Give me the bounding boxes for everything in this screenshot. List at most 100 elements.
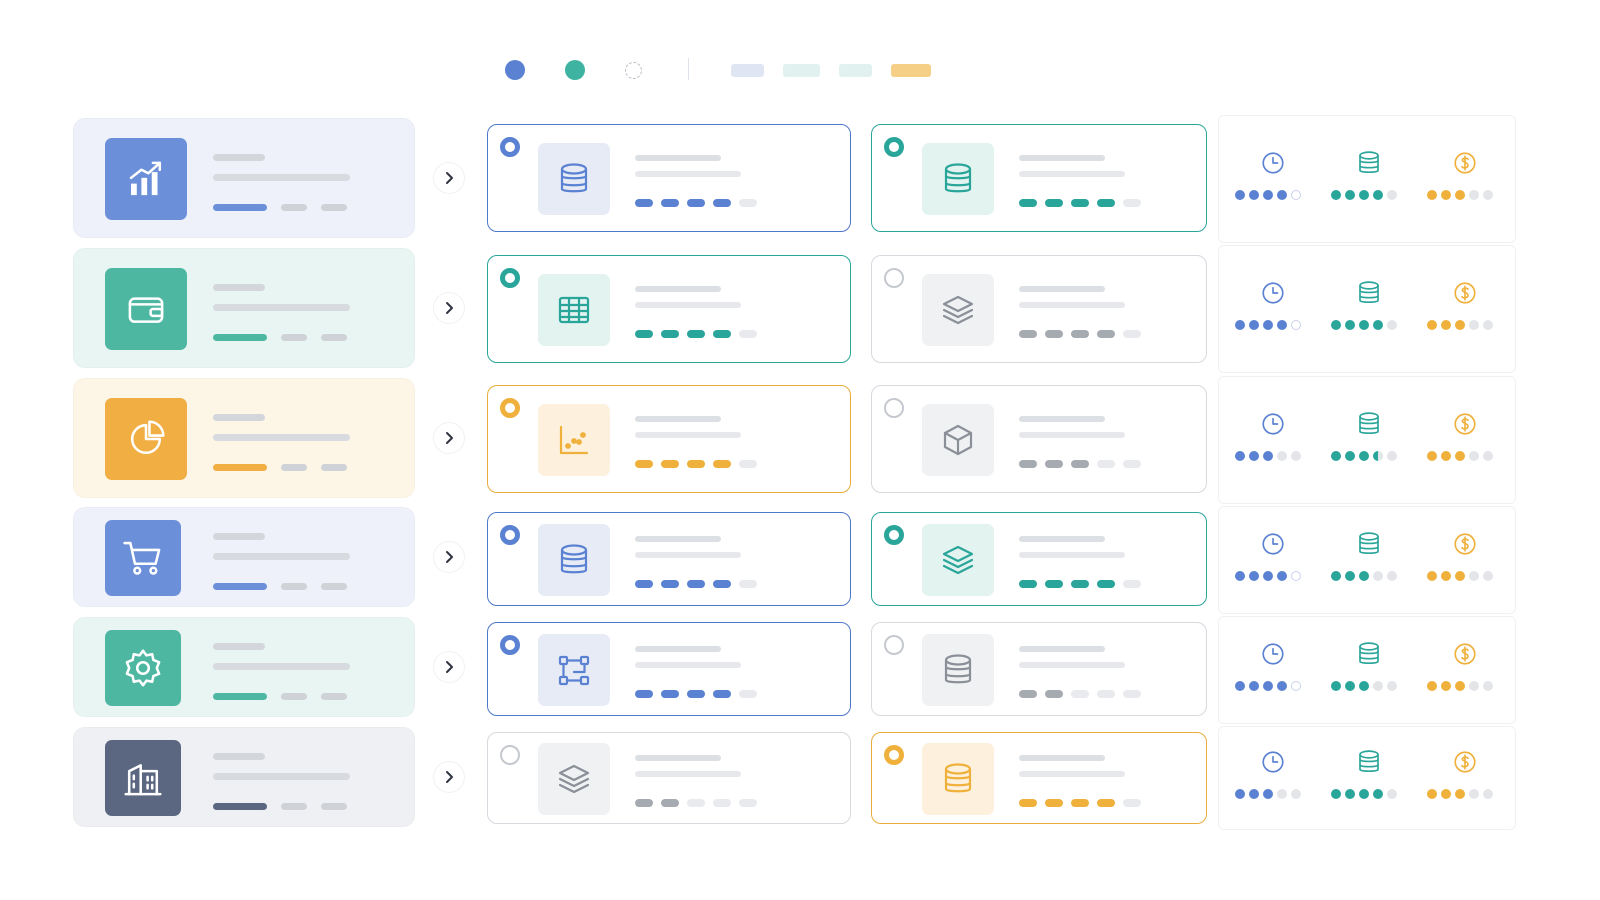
option-level-dash (739, 460, 757, 468)
metric-dot (1345, 571, 1355, 581)
option-level-dash (1123, 330, 1141, 338)
metric-rating (1427, 789, 1493, 799)
source-title-placeholder (213, 414, 265, 421)
metric-dot (1235, 320, 1245, 330)
legend-pill[interactable] (891, 64, 931, 77)
metric-dot (1441, 681, 1451, 691)
option-title-placeholder (1019, 416, 1105, 422)
chevron-right-icon[interactable] (434, 652, 464, 682)
option-card[interactable] (487, 385, 851, 493)
metric-clock (1227, 377, 1319, 503)
source-row[interactable] (73, 507, 415, 607)
metric-rating (1427, 571, 1493, 581)
database-icon (538, 524, 610, 596)
option-level-dash (1071, 460, 1089, 468)
pie-chart-icon (105, 398, 187, 480)
metric-dot (1455, 571, 1465, 581)
option-radio[interactable] (500, 268, 520, 288)
option-card[interactable] (871, 732, 1207, 824)
option-level-dash (739, 580, 757, 588)
metric-rating (1331, 320, 1397, 330)
source-row[interactable] (73, 248, 415, 368)
option-card[interactable] (487, 255, 851, 363)
source-row[interactable] (73, 727, 415, 827)
metric-dot (1359, 789, 1369, 799)
option-level (635, 799, 757, 807)
option-subtitle-placeholder (1019, 302, 1125, 308)
option-radio[interactable] (884, 268, 904, 288)
legend-dot-teal[interactable] (565, 60, 585, 80)
option-card[interactable] (871, 622, 1207, 716)
source-row[interactable] (73, 378, 415, 498)
metric-dot (1331, 681, 1341, 691)
option-radio[interactable] (884, 635, 904, 655)
metric-dot (1263, 571, 1273, 581)
source-progress-accent (213, 334, 267, 341)
source-progress-dash (321, 464, 347, 471)
option-level-dash (1097, 330, 1115, 338)
legend-dot-blue[interactable] (505, 60, 525, 80)
metric-rating (1331, 571, 1397, 581)
metrics-row (1218, 506, 1516, 614)
metric-dot (1291, 681, 1301, 691)
option-radio[interactable] (500, 525, 520, 545)
source-progress-dash (281, 803, 307, 810)
source-row[interactable] (73, 617, 415, 717)
option-subtitle-placeholder (635, 302, 741, 308)
metric-dollar-coin (1419, 377, 1511, 503)
option-level-dash (713, 580, 731, 588)
source-subtitle-placeholder (213, 174, 350, 181)
option-level-dash (635, 330, 653, 338)
source-progress-dash (321, 583, 347, 590)
metric-clock (1227, 617, 1319, 723)
dollar-coin-icon (1450, 278, 1480, 308)
legend-pill[interactable] (783, 64, 820, 77)
metric-rating (1235, 681, 1301, 691)
option-card[interactable] (871, 385, 1207, 493)
metric-dollar-coin (1419, 116, 1511, 242)
option-radio[interactable] (884, 398, 904, 418)
option-radio[interactable] (884, 525, 904, 545)
metric-rating (1427, 451, 1493, 461)
option-card[interactable] (871, 512, 1207, 606)
metric-rating (1235, 571, 1301, 581)
legend-pill[interactable] (839, 64, 872, 77)
chevron-right-icon[interactable] (434, 293, 464, 323)
option-level-dash (661, 460, 679, 468)
metric-dot (1469, 789, 1479, 799)
option-title-placeholder (635, 536, 721, 542)
option-card[interactable] (871, 124, 1207, 232)
source-row[interactable] (73, 118, 415, 238)
option-radio[interactable] (884, 745, 904, 765)
legend-pill[interactable] (731, 64, 764, 77)
option-level-dash (635, 580, 653, 588)
option-subtitle-placeholder (1019, 432, 1125, 438)
chevron-right-icon[interactable] (434, 542, 464, 572)
option-card[interactable] (871, 255, 1207, 363)
chevron-right-icon[interactable] (434, 423, 464, 453)
option-radio[interactable] (884, 137, 904, 157)
metric-dollar-coin (1419, 617, 1511, 723)
option-radio[interactable] (500, 635, 520, 655)
option-radio[interactable] (500, 137, 520, 157)
source-title-placeholder (213, 753, 265, 760)
option-card[interactable] (487, 124, 851, 232)
option-radio[interactable] (500, 745, 520, 765)
source-subtitle-placeholder (213, 663, 350, 670)
metric-dot (1263, 190, 1273, 200)
option-level-dash (1071, 330, 1089, 338)
option-level-dash (1123, 690, 1141, 698)
option-card[interactable] (487, 732, 851, 824)
source-progress-dash (281, 204, 307, 211)
metric-dot (1277, 320, 1287, 330)
metrics-row (1218, 616, 1516, 724)
option-radio[interactable] (500, 398, 520, 418)
option-card[interactable] (487, 512, 851, 606)
chevron-right-icon[interactable] (434, 163, 464, 193)
metric-dot (1455, 190, 1465, 200)
metric-dot (1359, 571, 1369, 581)
legend-dot-empty[interactable] (625, 62, 642, 79)
chevron-right-icon[interactable] (434, 762, 464, 792)
option-card[interactable] (487, 622, 851, 716)
metric-rating (1235, 320, 1301, 330)
